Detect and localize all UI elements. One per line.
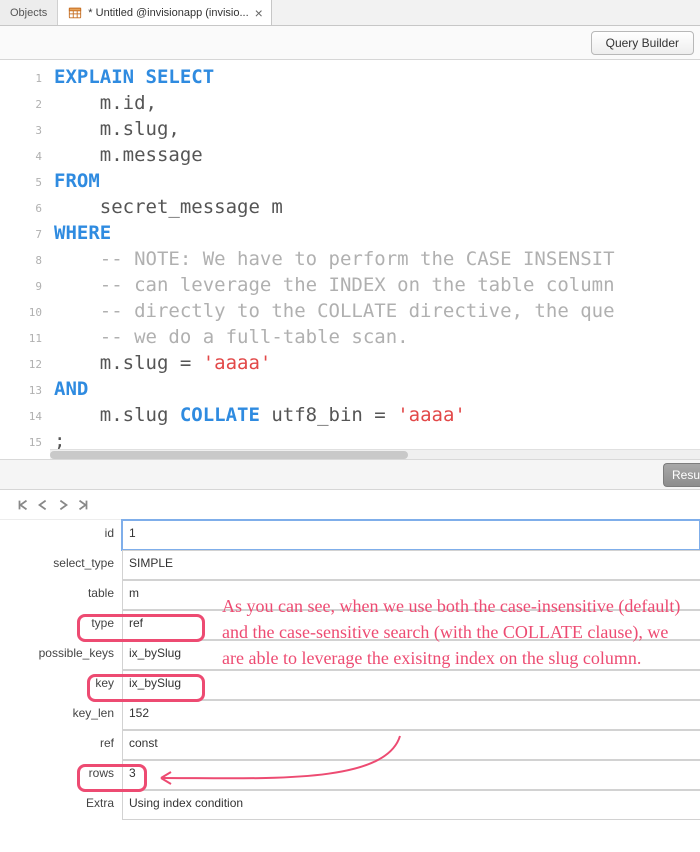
label-possible-keys: possible_keys	[0, 640, 122, 670]
prev-record-icon[interactable]	[36, 498, 50, 512]
last-record-icon[interactable]	[76, 498, 90, 512]
value-key-len[interactable]: 152	[122, 700, 700, 730]
record-nav	[0, 490, 700, 520]
close-icon[interactable]: ×	[255, 6, 263, 20]
sql-editor[interactable]: 123 456 789 101112 131415 EXPLAIN SELECT…	[0, 60, 700, 460]
code-area[interactable]: EXPLAIN SELECT m.id, m.slug, m.message F…	[50, 60, 700, 450]
scrollbar-thumb[interactable]	[50, 451, 408, 459]
annotation-text: As you can see, when we use both the cas…	[222, 593, 682, 671]
highlight-rows	[77, 764, 147, 792]
value-id[interactable]: 1	[122, 520, 700, 550]
query-builder-button[interactable]: Query Builder	[591, 31, 694, 55]
value-select-type[interactable]: SIMPLE	[122, 550, 700, 580]
line-gutter: 123 456 789 101112 131415	[0, 60, 50, 450]
annotation-arrow-icon	[145, 730, 445, 820]
tab-query[interactable]: * Untitled @invisionapp (invisio... ×	[58, 0, 272, 25]
label-ref: ref	[0, 730, 122, 760]
label-key-len: key_len	[0, 700, 122, 730]
value-key[interactable]: ix_bySlug	[122, 670, 700, 700]
results-toolbar: Resu	[0, 460, 700, 490]
tab-strip: Objects * Untitled @invisionapp (invisio…	[0, 0, 700, 26]
label-select-type: select_type	[0, 550, 122, 580]
highlight-type	[77, 614, 205, 642]
label-extra: Extra	[0, 790, 122, 820]
first-record-icon[interactable]	[16, 498, 30, 512]
next-record-icon[interactable]	[56, 498, 70, 512]
editor-horizontal-scrollbar[interactable]	[50, 449, 700, 459]
tab-objects[interactable]: Objects	[0, 0, 58, 25]
results-button[interactable]: Resu	[663, 463, 700, 487]
tab-title: * Untitled @invisionapp (invisio...	[88, 7, 248, 19]
label-table: table	[0, 580, 122, 610]
highlight-key	[87, 674, 205, 702]
editor-toolbar: Query Builder	[0, 26, 700, 60]
table-query-icon	[68, 6, 82, 20]
label-id: id	[0, 520, 122, 550]
